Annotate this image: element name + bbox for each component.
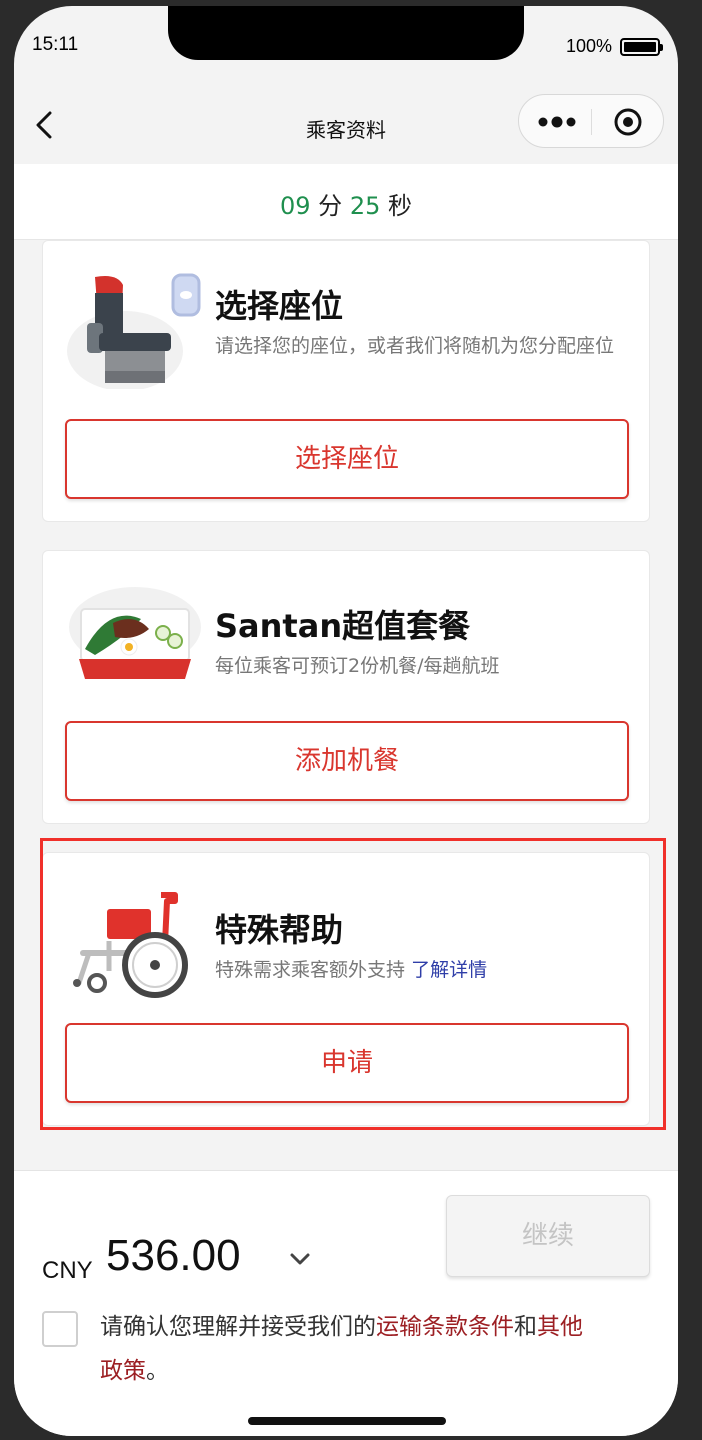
select-seat-button[interactable]: 选择座位	[65, 419, 629, 499]
phone-screen: 15:11 100% 乘客资料 09 分 25 秒 选择座位 请选择您的座位，或…	[14, 6, 678, 1436]
timer-seconds-unit: 秒	[388, 192, 412, 220]
status-right: 100%	[565, 36, 663, 57]
terms-checkbox[interactable]	[42, 1311, 78, 1347]
seat-card-desc: 请选择您的座位，或者我们将随机为您分配座位	[215, 335, 615, 357]
chevron-down-icon[interactable]	[288, 1251, 312, 1267]
terms-mid: 和	[514, 1314, 537, 1340]
checkout-footer: CNY 536.00 继续 请确认您理解并接受我们的运输条款条件和其他政策。	[14, 1170, 678, 1436]
conditions-of-carriage-link[interactable]: 运输条款条件	[376, 1314, 514, 1340]
home-indicator	[248, 1417, 446, 1425]
seat-card: 选择座位 请选择您的座位，或者我们将随机为您分配座位 选择座位	[42, 240, 650, 522]
continue-button[interactable]: 继续	[446, 1195, 650, 1277]
timer-minutes: 09	[279, 192, 311, 220]
terms-suffix: 。	[146, 1358, 169, 1384]
timer-minutes-unit: 分	[318, 192, 343, 220]
add-meal-button[interactable]: 添加机餐	[65, 721, 629, 801]
meal-icon	[69, 587, 201, 679]
terms-text: 请确认您理解并接受我们的运输条款条件和其他政策。	[100, 1305, 600, 1393]
battery-percent: 100%	[565, 36, 612, 56]
meal-card-title: Santan超值套餐	[215, 607, 471, 645]
currency-code: CNY	[42, 1257, 93, 1284]
more-icon[interactable]	[537, 113, 577, 131]
nav-bar: 乘客资料	[14, 84, 678, 164]
notch	[168, 6, 524, 60]
total-price: 536.00	[106, 1231, 241, 1280]
battery-icon	[620, 37, 663, 56]
seat-icon	[67, 273, 201, 389]
terms-prefix: 请确认您理解并接受我们的	[100, 1314, 376, 1340]
status-time: 15:11	[32, 34, 79, 55]
meal-card-desc: 每位乘客可预订2份机餐/每趟航班	[215, 655, 500, 677]
meal-card: Santan超值套餐 每位乘客可预订2份机餐/每趟航班 添加机餐	[42, 550, 650, 824]
countdown-timer: 09 分 25 秒	[14, 164, 678, 240]
capsule-divider	[591, 109, 592, 135]
mini-program-capsule	[518, 94, 664, 148]
close-mini-program-icon[interactable]	[613, 107, 643, 137]
timer-seconds: 25	[349, 192, 381, 220]
highlight-box	[40, 838, 666, 1130]
seat-card-title: 选择座位	[215, 287, 344, 325]
